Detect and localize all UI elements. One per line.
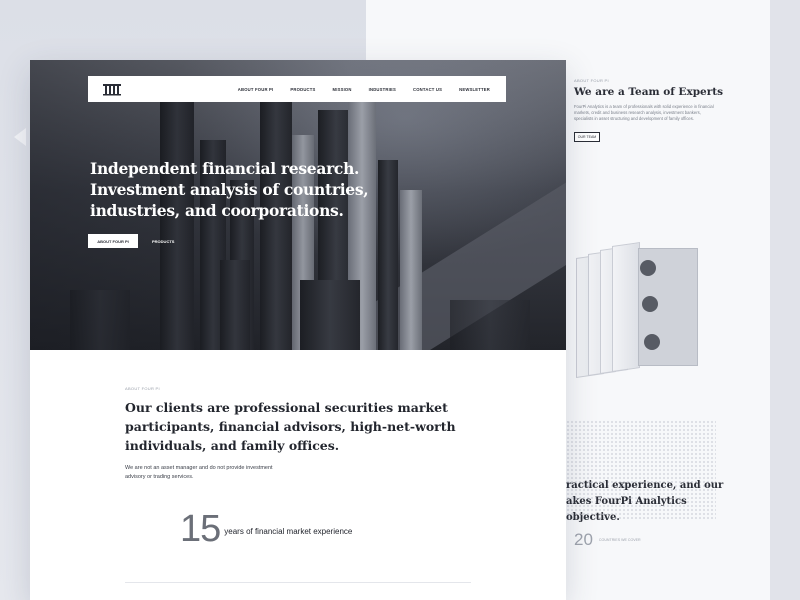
stat-number: 15 — [180, 508, 221, 550]
hero-headline-line: Independent financial research. — [90, 159, 360, 178]
top-navigation: ABOUT FOUR PI PRODUCTS MISSION INDUSTRIE… — [88, 76, 506, 102]
section-description-line: We are not an asset manager and do not p… — [125, 465, 273, 471]
person-icon — [644, 334, 660, 350]
back-quote-line: objective. — [566, 512, 620, 523]
book-spine — [612, 242, 640, 372]
hero-headline-line: Investment analysis of countries, — [90, 180, 369, 199]
about-fourpi-button[interactable]: ABOUT FOUR PI — [88, 234, 138, 248]
back-stat-number: 20 — [574, 530, 593, 549]
stat-label: years of financial market experience — [224, 526, 353, 536]
section-title-line: Our clients are professional securities … — [125, 400, 448, 415]
section-title: Our clients are professional securities … — [125, 398, 465, 455]
back-quote: ractical experience, and our akes FourPi… — [566, 478, 724, 526]
section-description-line: advisory or trading services. — [125, 474, 194, 480]
back-quote-line: akes FourPi Analytics — [566, 496, 687, 507]
section-label: ABOUT FOUR PI — [125, 386, 160, 391]
chevron-left-icon — [14, 128, 26, 146]
fourpi-logo-icon[interactable] — [102, 82, 122, 96]
back-stat-label: COUNTRIES WE COVER — [598, 538, 641, 542]
back-section-paragraph: FourPi Analytics is a team of profession… — [574, 104, 714, 121]
nav-item-products[interactable]: PRODUCTS — [290, 87, 315, 92]
hero-headline: Independent financial research. Investme… — [90, 158, 390, 221]
back-stat: 20 COUNTRIES WE COVER — [574, 530, 641, 550]
products-button[interactable]: PRODUCTS — [152, 234, 174, 248]
section-divider — [125, 582, 471, 583]
our-team-button[interactable]: OUR TEAM — [574, 132, 600, 142]
front-page: ABOUT FOUR PI PRODUCTS MISSION INDUSTRIE… — [30, 60, 566, 600]
report-books-illustration — [576, 236, 698, 386]
person-icon — [640, 260, 656, 276]
section-title-line: participants, financial advisors, high-n… — [125, 419, 456, 434]
back-section-title: We are a Team of Experts — [574, 86, 724, 98]
nav-item-mission[interactable]: MISSION — [333, 87, 352, 92]
nav-item-contact[interactable]: CONTACT US — [413, 87, 442, 92]
nav-item-about[interactable]: ABOUT FOUR PI — [238, 87, 274, 92]
nav-item-industries[interactable]: INDUSTRIES — [369, 87, 396, 92]
back-section-label: ABOUT FOUR PI — [574, 78, 609, 83]
hero-section: ABOUT FOUR PI PRODUCTS MISSION INDUSTRIE… — [30, 60, 566, 350]
background-strip — [770, 0, 800, 600]
hero-headline-line: industries, and coorporations. — [90, 201, 344, 220]
section-description: We are not an asset manager and do not p… — [125, 464, 305, 482]
back-quote-line: ractical experience, and our — [566, 480, 724, 491]
nav-item-newsletter[interactable]: NEWSLETTER — [459, 87, 490, 92]
person-icon — [642, 296, 658, 312]
experience-stat: 15 years of financial market experience — [180, 510, 352, 548]
nav-menu: ABOUT FOUR PI PRODUCTS MISSION INDUSTRIE… — [238, 76, 490, 102]
section-title-line: individuals, and family offices. — [125, 438, 340, 453]
